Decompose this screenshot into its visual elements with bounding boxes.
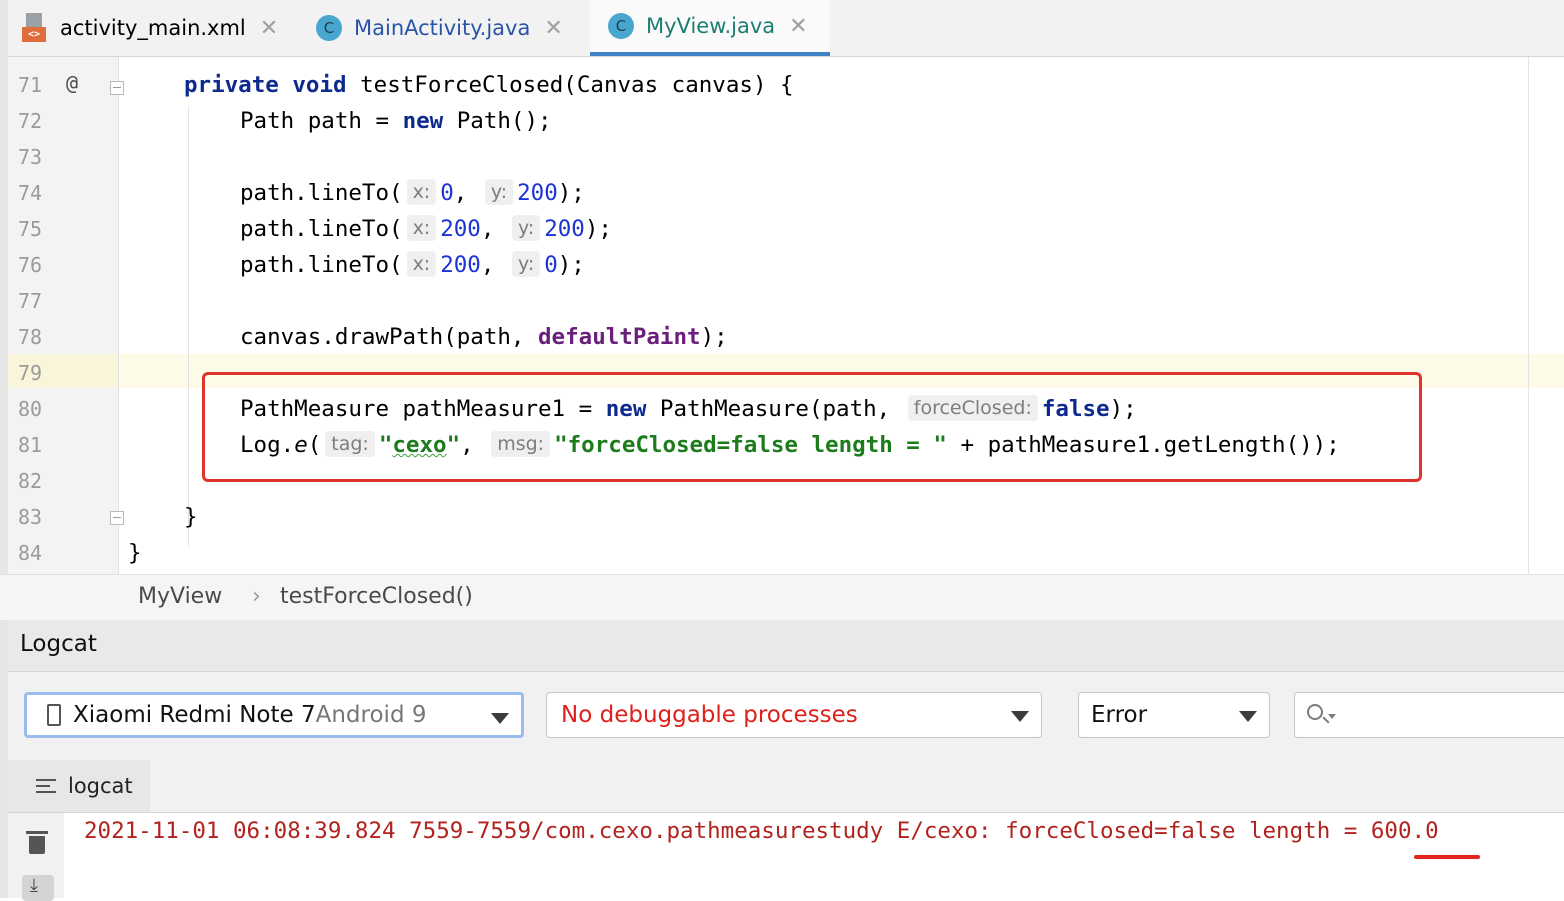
- process-select[interactable]: No debuggable processes: [546, 692, 1042, 738]
- line-number: 73: [18, 145, 43, 169]
- line-number: 84: [18, 541, 43, 565]
- param-hint: x:: [406, 179, 437, 205]
- line-number: 78: [18, 325, 43, 349]
- tab-label: logcat: [68, 774, 133, 798]
- logcat-panel-header: Logcat: [8, 620, 1564, 672]
- param-hint: x:: [406, 215, 437, 241]
- line-number: 74: [18, 181, 43, 205]
- log-level-value: Error: [1091, 702, 1148, 728]
- code-line-71: private void testForceClosed(Canvas canv…: [184, 72, 794, 98]
- code-line-83: }: [184, 504, 198, 530]
- tab-logcat[interactable]: logcat: [8, 760, 150, 812]
- chevron-down-icon: [1239, 711, 1257, 722]
- code-editor[interactable]: 71 72 73 74 75 76 77 78 79 80 81 82 83 8…: [0, 57, 1564, 574]
- device-select[interactable]: Xiaomi Redmi Note 7 Android 9: [24, 692, 524, 738]
- line-number: 76: [18, 253, 43, 277]
- xml-layout-icon: <>: [22, 13, 48, 43]
- code-line-74: path.lineTo(x: 0, y: 200);: [240, 179, 585, 206]
- tab-myview-java[interactable]: C MyView.java ✕: [590, 0, 830, 56]
- param-hint: y:: [511, 251, 541, 277]
- line-number: 77: [18, 289, 43, 313]
- param-hint: x:: [406, 251, 437, 277]
- java-class-icon: C: [608, 13, 634, 39]
- line-number: 71: [18, 73, 43, 97]
- code-line-76: path.lineTo(x: 200, y: 0);: [240, 251, 585, 278]
- param-hint: y:: [484, 179, 514, 205]
- fold-toggle-icon[interactable]: [110, 81, 124, 95]
- code-line-75: path.lineTo(x: 200, y: 200);: [240, 215, 612, 242]
- tab-label: MyView.java: [646, 14, 776, 38]
- line-number: 72: [18, 109, 43, 133]
- annotation-underline: [1414, 855, 1480, 859]
- close-icon[interactable]: ✕: [789, 14, 807, 39]
- tab-label: activity_main.xml: [60, 16, 246, 40]
- scroll-to-end-icon[interactable]: [22, 875, 54, 901]
- device-os: Android 9: [315, 702, 427, 728]
- java-class-icon: C: [316, 15, 342, 41]
- line-number: 81: [18, 433, 43, 457]
- tab-main-activity-java[interactable]: C MainActivity.java ✕: [316, 0, 580, 56]
- code-line-84: }: [128, 540, 142, 566]
- indent-guide: [188, 107, 189, 547]
- line-number: 79: [18, 361, 43, 385]
- logcat-subtab-bar: logcat: [8, 760, 1564, 813]
- panel-title: Logcat: [20, 631, 97, 657]
- chevron-down-icon: [491, 713, 509, 724]
- close-icon[interactable]: ✕: [544, 16, 562, 41]
- chevron-down-icon: [1011, 711, 1029, 722]
- param-hint: y:: [511, 215, 541, 241]
- breadcrumb-method[interactable]: testForceClosed(): [280, 584, 473, 609]
- chevron-down-icon: [1328, 714, 1336, 719]
- logcat-side-toolbar: [8, 813, 64, 901]
- breadcrumb: MyView › testForceClosed(): [0, 574, 1564, 620]
- editor-tab-bar: <> activity_main.xml ✕ C MainActivity.ja…: [0, 0, 1564, 57]
- logcat-toolbar: Xiaomi Redmi Note 7 Android 9 No debugga…: [8, 672, 1564, 760]
- process-value: No debuggable processes: [561, 702, 858, 728]
- line-number: 82: [18, 469, 43, 493]
- list-lines-icon: [36, 778, 58, 794]
- code-line-72: Path path = new Path();: [240, 108, 552, 134]
- device-name: Xiaomi Redmi Note 7: [73, 702, 316, 728]
- log-level-select[interactable]: Error: [1078, 692, 1270, 738]
- fold-toggle-icon[interactable]: [110, 511, 124, 525]
- right-margin-guide: [1528, 57, 1529, 574]
- logcat-search-input[interactable]: [1294, 692, 1564, 738]
- log-length-value: 600.0: [1370, 818, 1439, 844]
- code-line-78: canvas.drawPath(path, defaultPaint);: [240, 324, 728, 350]
- tab-label: MainActivity.java: [354, 16, 531, 40]
- line-number: 75: [18, 217, 43, 241]
- line-number-gutter: [8, 57, 118, 574]
- phone-icon: [47, 704, 61, 726]
- tab-activity-main-xml[interactable]: <> activity_main.xml ✕: [22, 0, 300, 56]
- override-marker-icon[interactable]: @: [66, 71, 78, 95]
- line-number: 80: [18, 397, 43, 421]
- chevron-right-icon: ›: [252, 584, 261, 609]
- breadcrumb-class[interactable]: MyView: [138, 584, 222, 609]
- log-entry: 2021-11-01 06:08:39.824 7559-7559/com.ce…: [84, 818, 1439, 844]
- line-number: 83: [18, 505, 43, 529]
- search-icon[interactable]: [1307, 704, 1323, 720]
- annotation-highlight-box: [202, 372, 1422, 482]
- trash-icon[interactable]: [26, 831, 48, 854]
- close-icon[interactable]: ✕: [260, 16, 278, 41]
